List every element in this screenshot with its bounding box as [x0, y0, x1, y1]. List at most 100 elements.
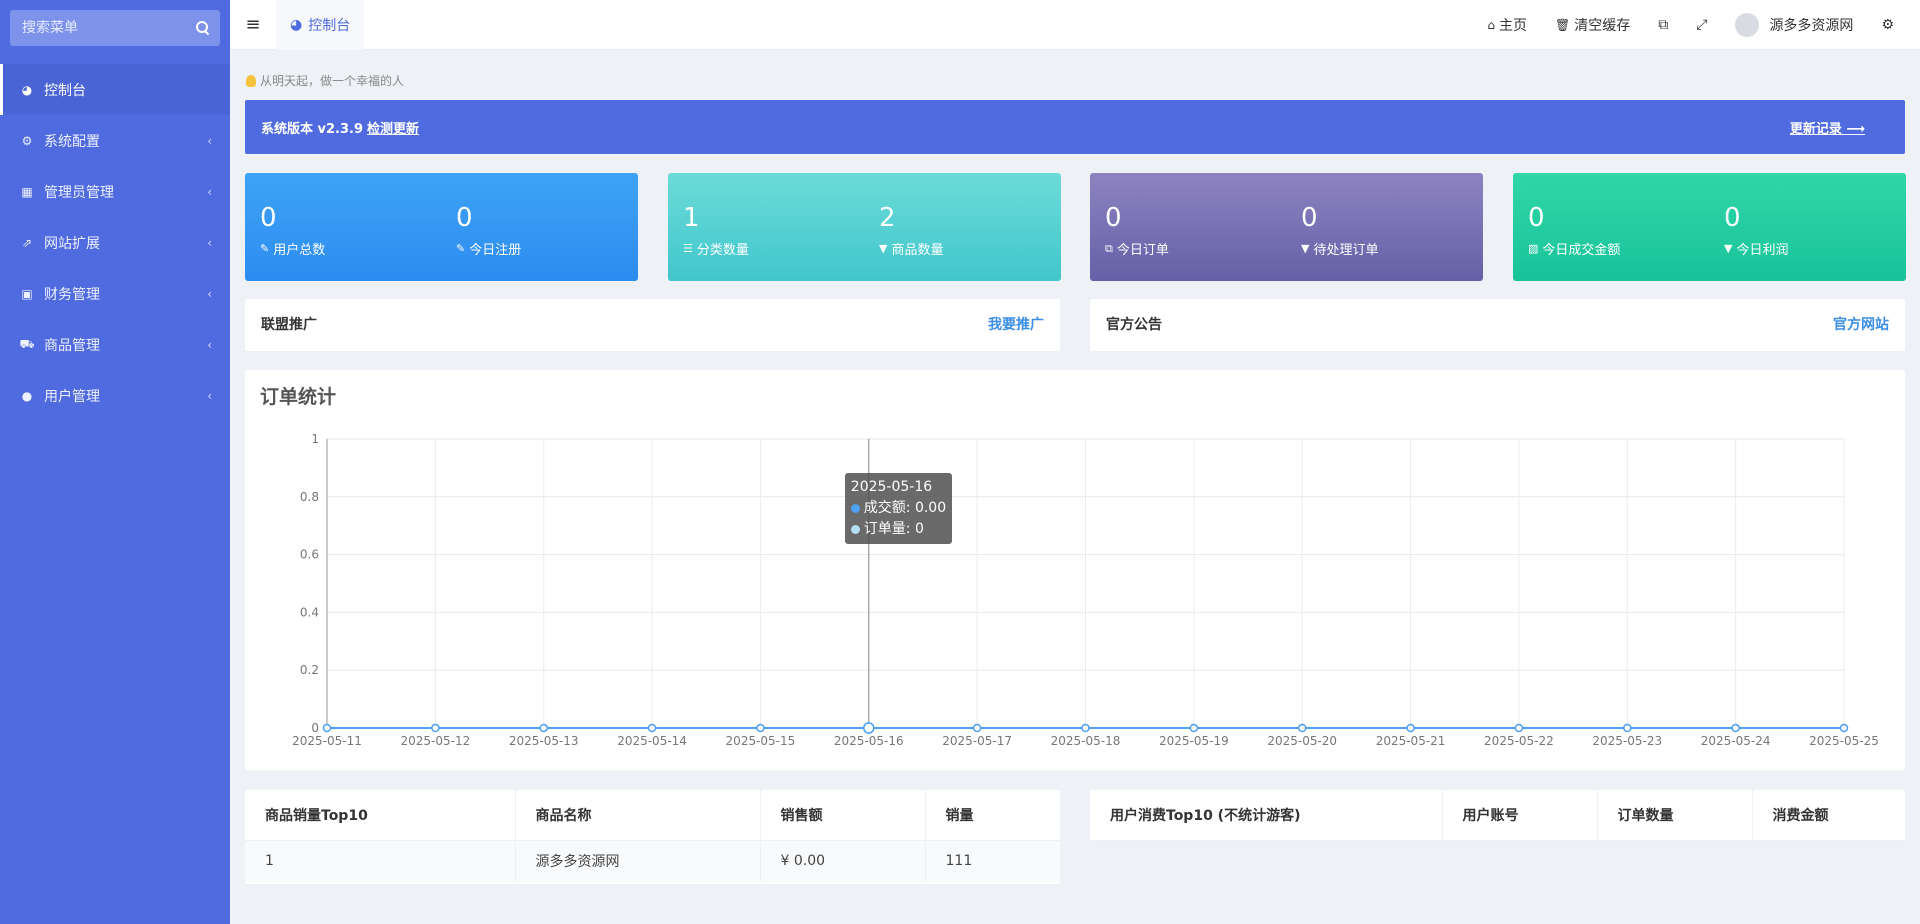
table-header: 用户消费Top10 (不统计游客): [1090, 790, 1443, 841]
table-cell: 1: [245, 840, 516, 882]
changelog-link[interactable]: 更新记录 ⟶: [1790, 118, 1865, 137]
sidebar-item-label: 系统配置: [44, 133, 100, 150]
tooltip-date: 2025-05-16: [850, 479, 933, 495]
sidebar: ◕ 控制台 ⚙ 系统配置 ‹ ▦ 管理员管理 ‹ ⇗ 网站扩展 ‹ ▣ 财务管理…: [0, 0, 230, 924]
sidebar-item-label: 财务管理: [44, 286, 100, 303]
gear-icon: ⚙: [1881, 16, 1894, 33]
sidebar-item-dashboard[interactable]: ◕ 控制台: [0, 64, 230, 115]
table-row[interactable]: 1 源多多资源网 ¥ 0.00 111: [245, 840, 1060, 882]
translate-button[interactable]: ⧉: [1644, 0, 1682, 50]
settings-button[interactable]: ⚙: [1867, 0, 1908, 50]
promo-panel: 联盟推广 我要推广: [245, 299, 1060, 351]
promo-link[interactable]: 我要推广: [988, 314, 1044, 334]
table-header-row: 商品销量Top10 商品名称 销售额 销量: [245, 790, 1060, 841]
stat-label: ▨ 今日成交金额: [1528, 242, 1621, 258]
version-text: 系统版本 v2.3.9: [261, 121, 364, 137]
stat-card-orders: 0 ⧉ 今日订单 0 ▼ 待处理订单: [1090, 173, 1483, 281]
notice-panel: 官方公告 官方网站: [1090, 299, 1905, 351]
tab-dashboard[interactable]: ◕ 控制台: [276, 0, 365, 50]
filter-icon: ▼: [1724, 242, 1733, 255]
data-point: [1839, 723, 1849, 733]
data-point: [1406, 723, 1415, 733]
tooltip-line-2: 订单量: 0: [850, 519, 946, 540]
data-point: [1081, 723, 1090, 733]
table-header: 消费金额: [1752, 790, 1905, 841]
top-users-table: 用户消费Top10 (不统计游客) 用户账号 订单数量 消费金额: [1090, 790, 1905, 841]
table-header: 销售额: [760, 790, 926, 841]
dashboard-icon: ◕: [290, 16, 303, 33]
stat-value: 0: [456, 203, 473, 233]
version-bar: 系统版本 v2.3.9 检测更新 更新记录 ⟶: [245, 100, 1905, 154]
menu-search-box[interactable]: [10, 10, 220, 46]
user-menu[interactable]: 源多多资源网: [1721, 0, 1867, 50]
y-tick-label: 0.4: [300, 605, 319, 619]
cart-icon: ⛟: [19, 336, 35, 351]
order-stats-panel: 订单统计 0 0.2 0.4 0.6 0.8 1 2025-05-11 2025-05-12 2…: [245, 370, 1905, 770]
data-point: [972, 723, 982, 733]
topbar: ≡ ◕ 控制台 ⌂ 主页 🗑 清空缓存 ⧉ ⤢ 源多多资源网 ⚙: [230, 0, 1920, 50]
cogs-icon: ⚙: [21, 133, 33, 148]
notice-title: 官方公告: [1106, 317, 1162, 333]
chart-tooltip: 2025-05-16 成交额: 0.00 订单量: 0: [844, 473, 953, 544]
sidebar-item-label: 用户管理: [44, 388, 100, 405]
username: 源多多资源网: [1769, 17, 1854, 34]
x-tick-label: 2025-05-24: [1701, 734, 1771, 748]
data-point: [1731, 723, 1740, 733]
tab-label: 控制台: [308, 17, 351, 34]
sidebar-item-admin-management[interactable]: ▦ 管理员管理 ‹: [0, 166, 230, 217]
sidebar-item-label: 管理员管理: [44, 184, 114, 201]
sidebar-item-finance[interactable]: ▣ 财务管理 ‹: [0, 268, 230, 319]
chevron-left-icon: ‹: [207, 388, 212, 403]
sidebar-item-label: 商品管理: [44, 337, 100, 354]
order-stats-chart[interactable]: 0 0.2 0.4 0.6 0.8 1 2025-05-11 2025-05-12 2025-0…: [245, 370, 1905, 770]
stat-label: ▼ 商品数量: [879, 242, 944, 258]
home-label: 主页: [1499, 17, 1527, 34]
stat-card-users: 0 ✎ 用户总数 0 ✎ 今日注册: [245, 173, 638, 281]
sidebar-item-users[interactable]: ● 用户管理 ‹: [0, 370, 230, 421]
chevron-left-icon: ‹: [207, 235, 212, 250]
main-content: 从明天起，做一个幸福的人 系统版本 v2.3.9 检测更新 更新记录 ⟶ 0 ✎…: [230, 50, 1920, 924]
official-site-link[interactable]: 官方网站: [1833, 314, 1889, 334]
x-tick-label: 2025-05-23: [1592, 734, 1662, 748]
trash-icon: 🗑: [1555, 17, 1571, 32]
stat-value: 2: [879, 203, 896, 233]
data-point: [756, 723, 765, 733]
clear-cache-label: 清空缓存: [1574, 17, 1631, 34]
menu-search-input[interactable]: [22, 20, 196, 36]
copy-icon: ⧉: [1105, 241, 1113, 255]
table-header: 商品名称: [515, 790, 761, 841]
stat-value: 0: [1301, 203, 1318, 233]
stat-value: 1: [683, 203, 700, 233]
fullscreen-button[interactable]: ⤢: [1682, 0, 1721, 50]
menu-toggle-icon[interactable]: ≡: [230, 0, 276, 50]
sidebar-item-products[interactable]: ⛟ 商品管理 ‹: [0, 319, 230, 370]
user-icon: ●: [21, 388, 33, 403]
home-link[interactable]: ⌂ 主页: [1473, 0, 1541, 50]
windows-icon: ▦: [21, 184, 33, 199]
stat-card-revenue: 0 ▨ 今日成交金额 0 ▼ 今日利润: [1513, 173, 1906, 281]
fullscreen-icon: ⤢: [1696, 16, 1708, 33]
lightbulb-icon: [246, 74, 256, 87]
data-point: [322, 723, 332, 733]
y-tick-label: 0.8: [300, 490, 319, 504]
clear-cache-button[interactable]: 🗑 清空缓存: [1541, 0, 1644, 50]
sidebar-item-system-config[interactable]: ⚙ 系统配置 ‹: [0, 115, 230, 166]
motto: 从明天起，做一个幸福的人: [246, 72, 404, 89]
data-point: [863, 722, 875, 734]
sidebar-menu: ◕ 控制台 ⚙ 系统配置 ‹ ▦ 管理员管理 ‹ ⇗ 网站扩展 ‹ ▣ 财务管理…: [0, 64, 230, 421]
sidebar-item-site-extension[interactable]: ⇗ 网站扩展 ‹: [0, 217, 230, 268]
x-tick-label: 2025-05-19: [1159, 734, 1229, 748]
stat-value: 0: [1724, 203, 1741, 233]
table-header: 订单数量: [1597, 790, 1753, 841]
chevron-left-icon: ‹: [207, 133, 212, 148]
stat-value: 0: [1105, 203, 1122, 233]
stat-label: ⧉ 今日订单: [1105, 241, 1169, 259]
table-cell: 111: [925, 840, 1060, 882]
chevron-left-icon: ‹: [207, 184, 212, 199]
translate-icon: ⧉: [1658, 16, 1669, 33]
check-update-link[interactable]: 检测更新: [367, 118, 419, 137]
top-users-panel: 用户消费Top10 (不统计游客) 用户账号 订单数量 消费金额: [1090, 790, 1905, 841]
search-icon[interactable]: [196, 21, 208, 35]
y-tick-label: 1: [311, 432, 319, 446]
x-tick-label: 2025-05-20: [1267, 734, 1337, 748]
